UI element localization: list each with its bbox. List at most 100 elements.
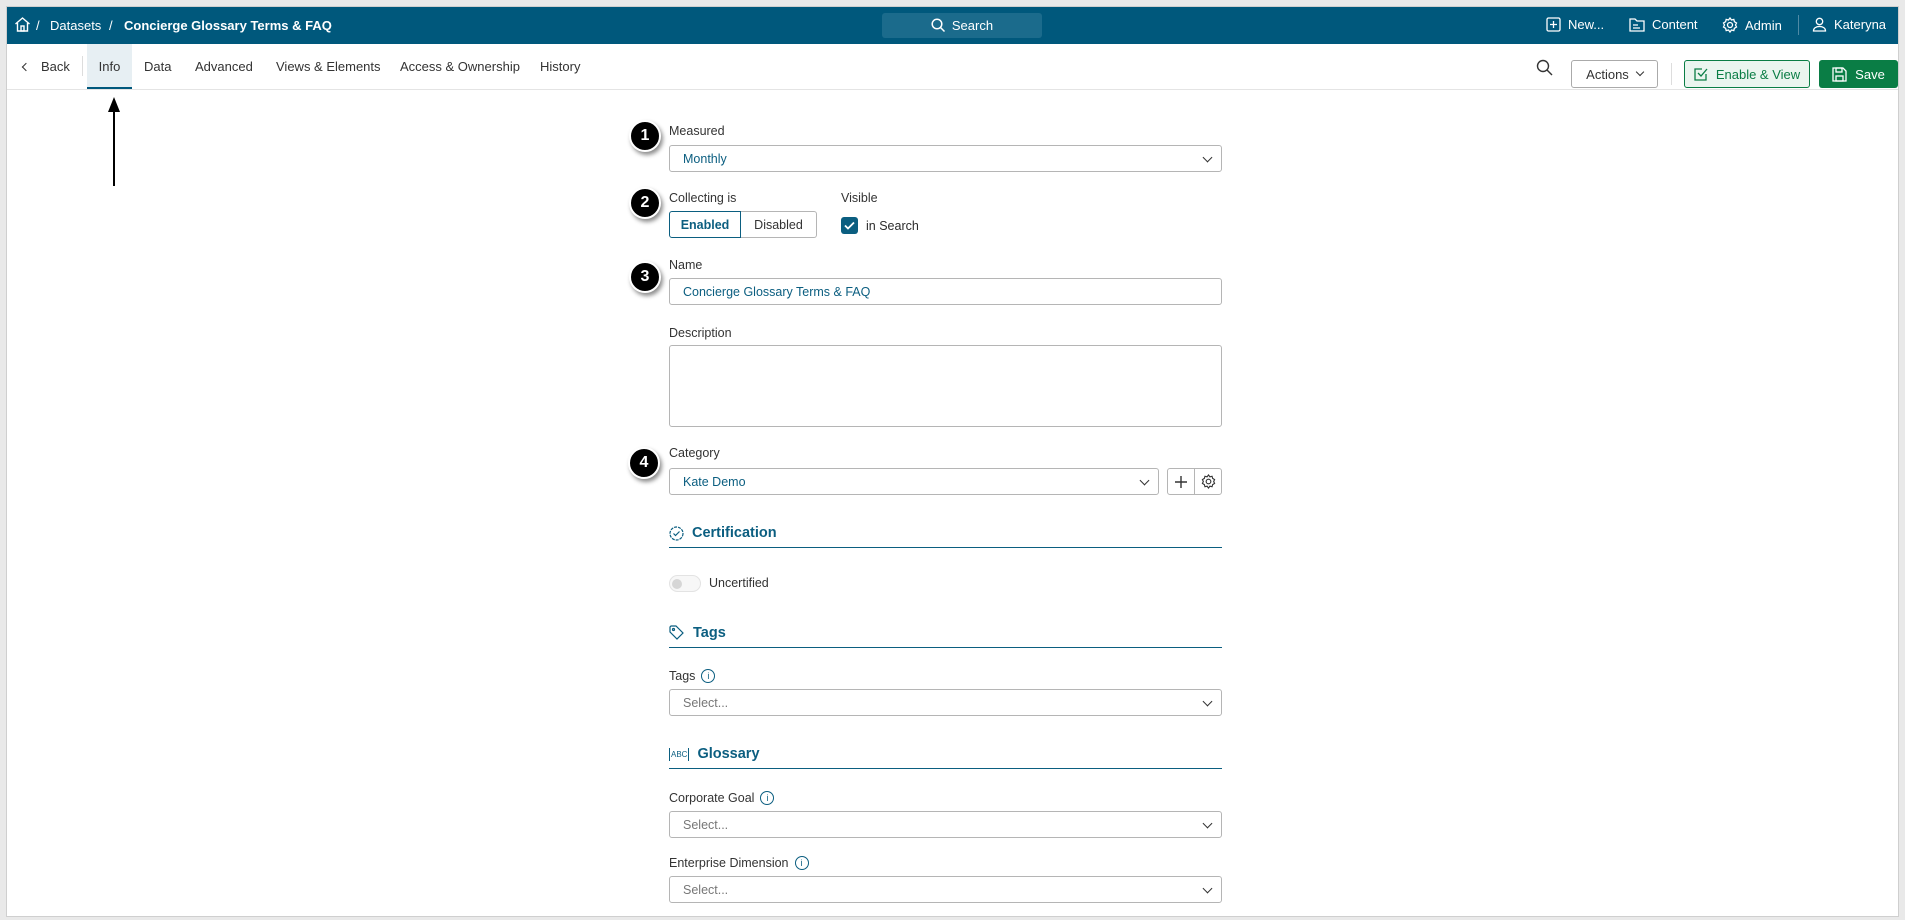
abc-icon: ABC	[669, 747, 690, 761]
chevron-down-icon	[1202, 883, 1213, 894]
user-label: Kateryna	[1834, 17, 1887, 32]
enterprise-dimension-label: Enterprise Dimension i	[669, 856, 809, 870]
breadcrumb-separator: /	[109, 18, 113, 33]
name-input[interactable]: Concierge Glossary Terms & FAQ	[669, 278, 1222, 305]
info-icon[interactable]: i	[701, 669, 716, 683]
tab-info[interactable]: Info	[87, 44, 132, 89]
divider	[1671, 63, 1672, 85]
glossary-section-header: ABC Glossary	[669, 746, 1222, 769]
new-label: New...	[1568, 17, 1605, 32]
tags-label: Tags i	[669, 669, 716, 683]
enable-view-button[interactable]: Enable & View	[1684, 60, 1810, 88]
app-window: / Datasets / Concierge Glossary Terms & …	[6, 6, 1899, 917]
category-value: Kate Demo	[683, 474, 746, 489]
tags-heading: Tags	[693, 625, 726, 641]
certification-section-header: Certification	[669, 525, 1222, 548]
chevron-down-icon	[1202, 152, 1213, 163]
gear-icon	[1201, 474, 1215, 489]
name-label: Name	[669, 258, 703, 272]
step-badge-3: 3	[629, 261, 661, 293]
tab-access-ownership[interactable]: Access & Ownership	[400, 44, 520, 89]
plus-square-icon	[1546, 17, 1561, 32]
breadcrumb-separator: /	[36, 18, 40, 33]
certification-heading: Certification	[692, 525, 777, 541]
corporate-goal-label: Corporate Goal i	[669, 791, 775, 805]
actions-dropdown[interactable]: Actions	[1571, 60, 1658, 88]
save-button[interactable]: Save	[1819, 60, 1898, 88]
chevron-down-icon	[1202, 696, 1213, 707]
measured-select[interactable]: Monthly	[669, 145, 1222, 172]
tab-data[interactable]: Data	[144, 44, 171, 89]
collecting-label: Collecting is	[669, 191, 737, 205]
category-settings-button[interactable]	[1194, 468, 1222, 495]
user-icon	[1812, 17, 1827, 32]
tab-history[interactable]: History	[540, 44, 580, 89]
description-textarea[interactable]	[669, 345, 1222, 427]
back-label: Back	[41, 59, 70, 74]
enterprise-dimension-placeholder: Select...	[683, 882, 729, 897]
glossary-heading: Glossary	[697, 746, 760, 762]
info-icon[interactable]: i	[760, 791, 775, 805]
checkbox-icon	[1694, 68, 1708, 81]
corporate-goal-select[interactable]: Select...	[669, 811, 1222, 838]
content-button[interactable]: Content	[1629, 17, 1698, 32]
enterprise-dimension-select[interactable]: Select...	[669, 876, 1222, 903]
home-icon[interactable]	[14, 16, 31, 38]
top-navigation-bar: / Datasets / Concierge Glossary Terms & …	[7, 7, 1898, 44]
gear-icon	[1722, 17, 1738, 33]
annotation-arrow	[108, 97, 120, 186]
admin-button[interactable]: Admin	[1722, 17, 1782, 33]
save-label: Save	[1855, 66, 1885, 82]
tab-views-elements[interactable]: Views & Elements	[276, 44, 381, 89]
certified-badge-icon	[669, 525, 684, 541]
visible-in-search-checkbox[interactable]: in Search	[841, 217, 919, 234]
certification-status: Uncertified	[709, 576, 769, 590]
info-icon[interactable]: i	[794, 856, 809, 870]
search-icon	[931, 18, 945, 33]
tags-select[interactable]: Select...	[669, 689, 1222, 716]
step-badge-2: 2	[629, 187, 661, 219]
content-label: Content	[1652, 17, 1698, 32]
enable-view-label: Enable & View	[1715, 66, 1801, 82]
certification-toggle[interactable]	[669, 575, 701, 592]
chevron-down-icon	[1635, 67, 1645, 77]
back-button[interactable]: Back	[21, 44, 70, 89]
tags-placeholder: Select...	[683, 695, 729, 710]
collecting-disabled-option[interactable]: Disabled	[741, 211, 817, 238]
tags-section-header: Tags	[669, 625, 1222, 648]
new-button[interactable]: New...	[1546, 17, 1604, 32]
plus-icon	[1175, 475, 1187, 488]
admin-label: Admin	[1745, 17, 1782, 33]
tags-label-text: Tags	[669, 669, 696, 683]
actions-label: Actions	[1586, 66, 1629, 82]
step-badge-1: 1	[629, 120, 661, 152]
search-label: Search	[951, 18, 994, 33]
tab-bar: Back Info Data Advanced Views & Elements…	[7, 44, 1898, 90]
search-icon[interactable]	[1536, 59, 1553, 81]
visible-checkbox-label: in Search	[866, 218, 919, 233]
breadcrumb-current: Concierge Glossary Terms & FAQ	[124, 18, 332, 33]
toggle-knob	[672, 579, 682, 589]
category-label: Category	[669, 446, 720, 460]
checkbox-checked-icon	[841, 217, 858, 234]
corporate-goal-label-text: Corporate Goal	[669, 791, 755, 805]
chevron-left-icon	[21, 62, 31, 71]
floppy-disk-icon	[1832, 66, 1847, 82]
category-select[interactable]: Kate Demo	[669, 468, 1159, 495]
user-menu-button[interactable]: Kateryna	[1812, 17, 1886, 32]
chevron-down-icon	[1202, 818, 1213, 829]
tab-advanced[interactable]: Advanced	[195, 44, 253, 89]
collecting-toggle-group: Enabled Disabled	[669, 211, 817, 238]
add-category-button[interactable]	[1167, 468, 1195, 495]
global-search-button[interactable]: Search	[882, 13, 1042, 38]
measured-value: Monthly	[683, 151, 727, 166]
divider	[1798, 15, 1799, 35]
divider	[82, 56, 83, 76]
measured-label: Measured	[669, 124, 725, 138]
chevron-down-icon	[1139, 475, 1150, 486]
folder-icon	[1629, 18, 1645, 32]
breadcrumb-datasets[interactable]: Datasets	[50, 18, 101, 33]
step-badge-4: 4	[628, 447, 660, 479]
collecting-enabled-option[interactable]: Enabled	[669, 211, 741, 238]
tag-icon	[669, 625, 684, 640]
